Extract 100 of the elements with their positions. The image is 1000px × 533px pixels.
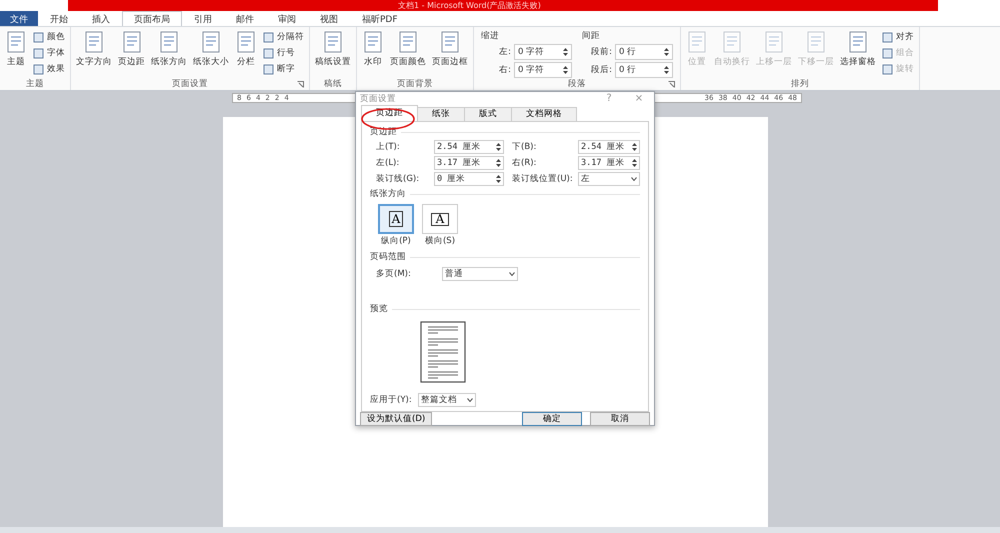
window-title: 文档1 - Microsoft Word(产品激活失败) bbox=[68, 0, 938, 11]
dialog-tab[interactable]: 版式 bbox=[464, 107, 512, 121]
ribbon-tab[interactable]: 页面布局 bbox=[122, 11, 182, 26]
spinner-arrows-icon[interactable] bbox=[664, 66, 669, 74]
document-icon bbox=[397, 30, 419, 54]
document-icon bbox=[158, 30, 180, 54]
document-icon bbox=[439, 30, 461, 54]
field-label: 上(T): bbox=[376, 141, 401, 153]
ribbon-button[interactable]: 页边距 bbox=[116, 30, 147, 68]
ribbon-tab[interactable]: 审阅 bbox=[266, 11, 308, 26]
section-heading: 预览 bbox=[370, 303, 388, 315]
dropdown[interactable]: 普通 bbox=[442, 267, 518, 281]
spinner-arrows-icon[interactable] bbox=[496, 159, 501, 167]
orientation-label: 纵向(P) bbox=[381, 235, 411, 247]
field-label: 左(L): bbox=[376, 157, 400, 169]
ribbon-tab[interactable]: 视图 bbox=[308, 11, 350, 26]
ribbon-button[interactable]: 效果 bbox=[31, 62, 67, 76]
dialog-launcher-icon[interactable] bbox=[297, 81, 304, 88]
ribbon-tab[interactable]: 文件 bbox=[0, 11, 38, 26]
field-label: 装订线位置(U): bbox=[512, 173, 574, 185]
spin-field[interactable]: 0 字符 bbox=[514, 62, 572, 78]
ribbon-button[interactable]: 纸张方向 bbox=[149, 30, 189, 68]
ribbon-tab[interactable]: 开始 bbox=[38, 11, 80, 26]
orientation-label: 横向(S) bbox=[424, 235, 456, 247]
dropdown[interactable]: 左 bbox=[578, 172, 640, 186]
dropdown[interactable]: 整篇文档 bbox=[418, 393, 476, 407]
group-label: 主题 bbox=[26, 78, 44, 90]
ribbon-button[interactable]: 颜色 bbox=[31, 30, 67, 44]
document-icon bbox=[763, 30, 785, 54]
spin-field[interactable]: 0 厘米 bbox=[434, 172, 504, 186]
ribbon-button[interactable]: 分栏 bbox=[233, 30, 259, 68]
document-icon bbox=[235, 30, 257, 54]
dialog-tab[interactable]: 纸张 bbox=[417, 107, 465, 121]
spinner-arrows-icon[interactable] bbox=[664, 48, 669, 56]
spinner-arrows-icon[interactable] bbox=[496, 143, 501, 151]
ribbon-button[interactable]: 断字 bbox=[261, 62, 306, 76]
field-label: 下(B): bbox=[512, 141, 538, 153]
ribbon-tab[interactable]: 引用 bbox=[182, 11, 224, 26]
ribbon-button[interactable]: 主题 bbox=[3, 30, 29, 68]
ribbon-button[interactable]: 对齐 bbox=[880, 30, 916, 44]
group-heading: 缩进 bbox=[481, 30, 500, 42]
group-label: 排列 bbox=[791, 78, 809, 90]
spin-field[interactable]: 3.17 厘米 bbox=[434, 156, 504, 170]
ribbon-button[interactable]: 行号 bbox=[261, 46, 306, 60]
document-icon bbox=[200, 30, 222, 54]
ribbon-button[interactable]: 页面边框 bbox=[430, 30, 470, 68]
spin-field[interactable]: 0 字符 bbox=[514, 44, 572, 60]
ribbon-tab[interactable]: 插入 bbox=[80, 11, 122, 26]
chevron-down-icon[interactable] bbox=[467, 398, 473, 402]
group-label: 页面设置 bbox=[172, 78, 208, 90]
ribbon-button[interactable]: 字体 bbox=[31, 46, 67, 60]
field-label: 多页(M): bbox=[376, 268, 412, 280]
spinner-arrows-icon[interactable] bbox=[563, 66, 568, 74]
document-icon bbox=[120, 30, 142, 54]
document-icon bbox=[5, 30, 27, 54]
dialog-title: 页面设置 bbox=[360, 92, 397, 104]
orientation-button[interactable]: A bbox=[378, 204, 414, 234]
spinner-arrows-icon[interactable] bbox=[563, 48, 568, 56]
dialog-button[interactable]: 确定 bbox=[522, 412, 582, 426]
field-label: 右: bbox=[498, 64, 511, 76]
ribbon-tab[interactable]: 邮件 bbox=[224, 11, 266, 26]
document-icon bbox=[686, 30, 708, 54]
field-label: 右(R): bbox=[512, 157, 538, 169]
group-label: 页面背景 bbox=[397, 78, 433, 90]
ribbon-button[interactable]: 水印 bbox=[360, 30, 386, 68]
ribbon-tab[interactable]: 福昕PDF bbox=[350, 11, 410, 26]
document-icon bbox=[362, 30, 384, 54]
section-heading: 页码范围 bbox=[370, 251, 406, 263]
field-label: 段前: bbox=[590, 46, 612, 58]
spin-field[interactable]: 2.54 厘米 bbox=[434, 140, 504, 154]
square-icon bbox=[882, 48, 893, 58]
ribbon-button[interactable]: 纸张大小 bbox=[191, 30, 231, 68]
dialog-button[interactable]: 取消 bbox=[590, 412, 650, 426]
group-heading: 间距 bbox=[582, 30, 601, 42]
spin-field[interactable]: 0 行 bbox=[615, 62, 673, 78]
spinner-arrows-icon[interactable] bbox=[632, 159, 637, 167]
spin-field[interactable]: 2.54 厘米 bbox=[578, 140, 640, 154]
ribbon-button[interactable]: 分隔符 bbox=[261, 30, 306, 44]
square-icon bbox=[263, 32, 274, 42]
dialog-launcher-icon[interactable] bbox=[668, 81, 675, 88]
dialog-button[interactable]: 设为默认值(D) bbox=[360, 412, 432, 426]
ribbon-button[interactable]: 文字方向 bbox=[74, 30, 114, 68]
square-icon bbox=[882, 32, 893, 42]
field-label: 应用于(Y): bbox=[370, 394, 413, 406]
dialog-tab[interactable]: 文档网格 bbox=[511, 107, 577, 121]
spinner-arrows-icon[interactable] bbox=[632, 143, 637, 151]
section-heading: 纸张方向 bbox=[370, 188, 406, 200]
ribbon-button[interactable]: 稿纸设置 bbox=[313, 30, 353, 68]
ribbon-button[interactable]: 页面颜色 bbox=[388, 30, 428, 68]
document-icon bbox=[847, 30, 869, 54]
orientation-button[interactable]: A bbox=[422, 204, 458, 234]
spin-field[interactable]: 0 行 bbox=[615, 44, 673, 60]
spinner-arrows-icon[interactable] bbox=[496, 175, 501, 183]
spin-field[interactable]: 3.17 厘米 bbox=[578, 156, 640, 170]
square-icon bbox=[263, 48, 274, 58]
square-icon bbox=[882, 64, 893, 74]
chevron-down-icon[interactable] bbox=[631, 177, 637, 181]
document-icon bbox=[322, 30, 344, 54]
ribbon-button[interactable]: 选择窗格 bbox=[838, 30, 878, 68]
chevron-down-icon[interactable] bbox=[509, 272, 515, 276]
